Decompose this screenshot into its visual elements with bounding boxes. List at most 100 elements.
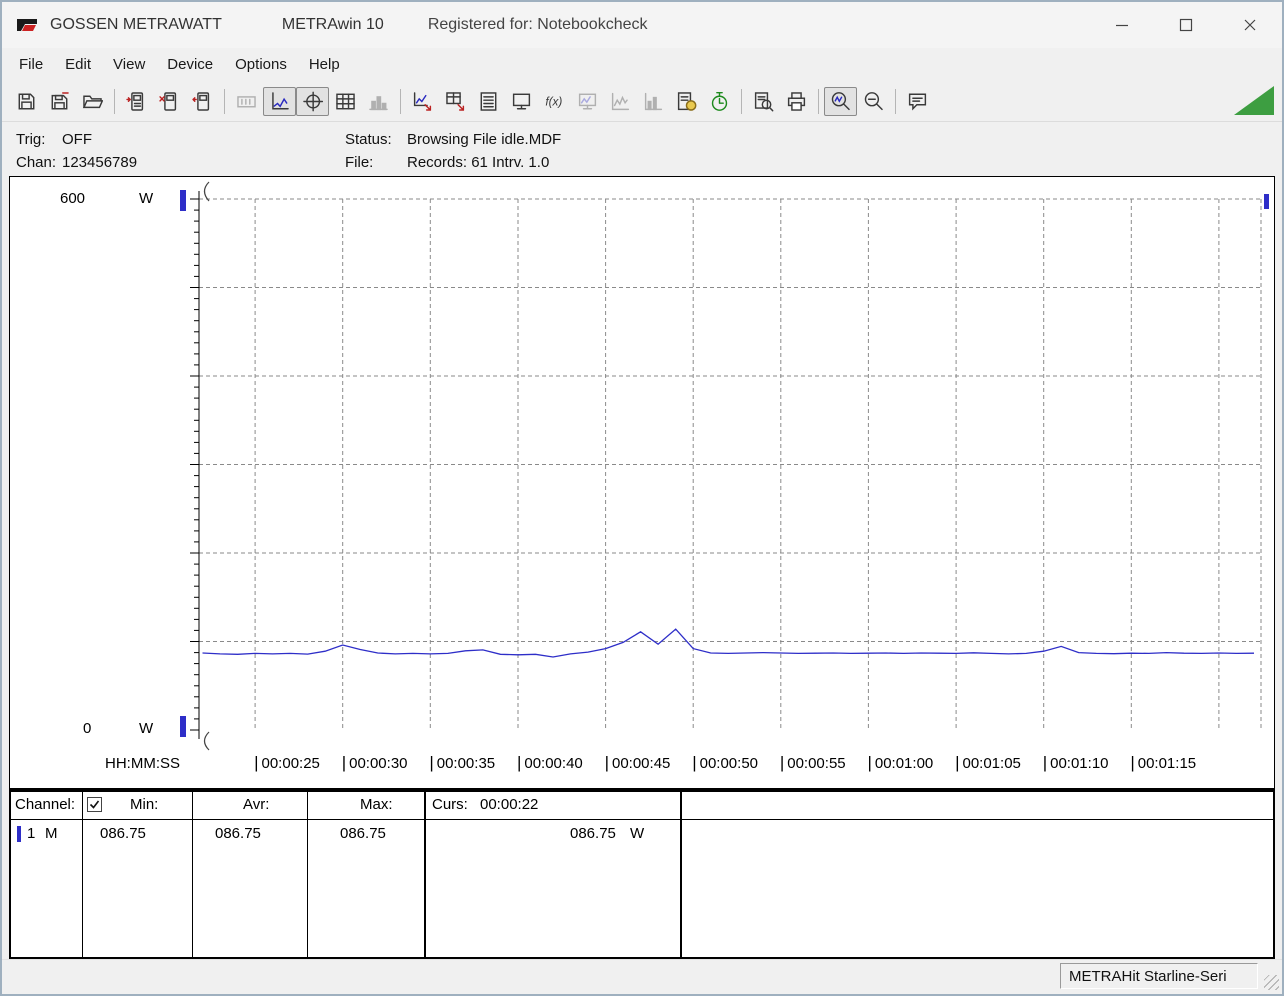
maximize-button[interactable] (1154, 2, 1218, 48)
trig-value: OFF (62, 131, 92, 148)
menu-item-view[interactable]: View (102, 51, 156, 78)
save-icon[interactable] (10, 87, 43, 116)
file-label: File: (345, 154, 374, 171)
data-list-icon[interactable] (472, 87, 505, 116)
table-divider (680, 792, 682, 957)
chart-panel: 600 W 0 W HH:MM:SS | 00:00:25 | 00:00:30 | 00… (9, 176, 1275, 789)
print-icon[interactable] (780, 87, 813, 116)
channel-axis-marker-top (180, 190, 186, 211)
channel-header: Channel: (15, 796, 76, 813)
channel-axis-marker-right (1264, 194, 1269, 209)
capture-screen-icon (571, 87, 604, 116)
plot-area[interactable] (10, 177, 1274, 788)
menu-item-help[interactable]: Help (298, 51, 351, 78)
x-tick-label: | 00:00:50 (692, 753, 758, 772)
app-title: METRAwin 10 (281, 16, 384, 33)
x-axis: HH:MM:SS | 00:00:25 | 00:00:30 | 00:00:35 | 00:… (10, 750, 1274, 788)
min-value: 086.75 (100, 825, 146, 842)
channel-color-marker (17, 826, 21, 842)
close-button[interactable] (1218, 2, 1282, 48)
window-controls (1090, 2, 1282, 48)
menu-item-edit[interactable]: Edit (54, 51, 102, 78)
channel-axis-marker-bottom (180, 716, 186, 737)
device-status-box: METRAHit Starline-Seri (1060, 963, 1258, 989)
view-bargraph-icon (362, 87, 395, 116)
zoom-curve-icon[interactable] (824, 86, 857, 116)
x-tick-label: | 00:00:55 (779, 753, 846, 772)
x-tick-label: | 00:00:25 (254, 753, 320, 772)
save-as-icon[interactable] (43, 87, 76, 116)
avr-value: 086.75 (215, 825, 261, 842)
max-header: Max: (360, 796, 393, 813)
app-window: GOSSEN METRAWATT METRAwin 10 Registered … (0, 0, 1284, 996)
view-analog-icon[interactable] (296, 86, 329, 116)
x-tick-label: | 00:00:45 (604, 753, 671, 772)
annotation-icon[interactable] (901, 87, 934, 116)
app-vendor: GOSSEN METRAWATT (50, 16, 222, 33)
open-file-icon[interactable] (76, 87, 109, 116)
y-axis-max-label: 600 (60, 190, 86, 207)
view-table-icon[interactable] (329, 87, 362, 116)
x-tick-label: | 00:01:15 (1130, 753, 1197, 772)
x-tick-label: | 00:00:40 (516, 753, 583, 772)
toolbar-separator (224, 88, 225, 114)
device-read-icon[interactable] (120, 87, 153, 116)
chan-value: 123456789 (62, 154, 138, 171)
toolbar-separator (400, 88, 401, 114)
toolbar-separator (114, 88, 115, 114)
table-divider (192, 792, 193, 957)
y-axis-unit-bottom: W (139, 720, 154, 737)
max-value: 086.75 (340, 825, 386, 842)
device-stop-icon[interactable] (153, 87, 186, 116)
menu-item-file[interactable]: File (8, 51, 54, 78)
minimize-button[interactable] (1090, 2, 1154, 48)
toolbar: f(x) (2, 81, 1282, 121)
status-bar: METRAHit Starline-Seri (2, 959, 1282, 994)
check-icon (89, 800, 100, 809)
cursor-time: 00:00:22 (480, 796, 539, 813)
toolbar-separator (895, 88, 896, 114)
device-send-icon[interactable] (186, 87, 219, 116)
cursor-value: 086.75 (570, 825, 616, 842)
channel-mode: M (45, 825, 58, 842)
table-divider (307, 792, 308, 957)
resize-grip-icon[interactable] (1264, 975, 1279, 990)
x-tick-label: | 00:01:10 (1042, 753, 1109, 772)
toolbar-separator (818, 88, 819, 114)
energy-cost-icon[interactable] (670, 87, 703, 116)
monitor-icon[interactable] (505, 87, 538, 116)
mini-bars-icon (637, 87, 670, 116)
channel-number: 1 (27, 825, 36, 842)
zoom-reset-icon[interactable] (857, 87, 890, 116)
menu-item-device[interactable]: Device (156, 51, 224, 78)
avr-header: Avr: (243, 796, 270, 813)
copy-chart-icon[interactable] (406, 87, 439, 116)
interval-timer-icon[interactable] (703, 87, 736, 116)
status-value: Browsing File idle.MDF (407, 131, 562, 148)
status-label: Status: (345, 131, 392, 148)
file-value: Records: 61 Intrv. 1.0 (407, 154, 550, 171)
chan-label: Chan: (16, 154, 57, 171)
menu-bar: File Edit View Device Options Help (2, 48, 1282, 81)
x-tick-label: | 00:00:35 (429, 753, 496, 772)
table-divider (82, 792, 83, 957)
print-preview-icon[interactable] (747, 87, 780, 116)
copy-table-icon[interactable] (439, 87, 472, 116)
formula-icon[interactable]: f(x) (538, 87, 571, 116)
table-divider (424, 792, 426, 957)
y-axis-unit-top: W (139, 190, 154, 207)
device-connected-indicator (1234, 86, 1274, 115)
channel-table: Channel: Min: Avr: Max: Curs: 00:00:22 1… (9, 789, 1275, 959)
trig-label: Trig: (16, 131, 46, 148)
menu-item-options[interactable]: Options (224, 51, 298, 78)
titlebar: GOSSEN METRAWATT METRAwin 10 Registered … (2, 2, 1282, 48)
device-status-text: METRAHit Starline-Seri (1069, 967, 1227, 985)
view-yt-chart-icon[interactable] (263, 86, 296, 116)
view-numeric-icon (230, 87, 263, 116)
info-bar: Trig: OFF Chan: 123456789 Status: Browsing … (2, 121, 1282, 176)
y-axis-min-label: 0 (83, 720, 92, 737)
channel-visible-checkbox[interactable] (87, 797, 102, 812)
status-file-info: Status: Browsing File idle.MDF File: Recor… (345, 128, 561, 174)
app-logo-icon (16, 16, 40, 34)
x-tick-label: | 00:00:30 (341, 753, 408, 772)
